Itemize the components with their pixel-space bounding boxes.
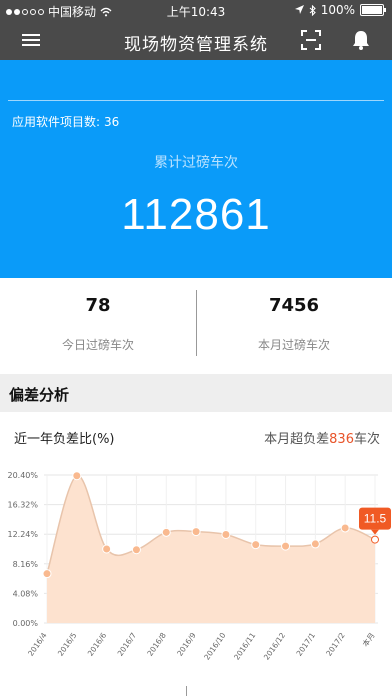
section-title: 偏差分析: [9, 386, 70, 404]
x-tick-label: 2017/2: [324, 631, 347, 658]
x-tick-label: 2016/8: [145, 631, 168, 658]
data-point: [371, 535, 379, 544]
data-point: [310, 539, 320, 549]
data-point: [42, 569, 52, 579]
tooltip-label: 11.5: [364, 512, 387, 526]
y-tick-label: 0.00%: [13, 619, 39, 628]
data-point: [72, 471, 82, 481]
project-count-row: 应用软件项目数: 36: [12, 113, 119, 130]
data-point: [281, 541, 291, 551]
bell-icon[interactable]: [349, 28, 373, 52]
project-count-value: 36: [104, 115, 120, 129]
y-tick-label: 12.24%: [7, 530, 38, 539]
x-tick-label: 2016/6: [86, 631, 109, 658]
y-tick-label: 4.08%: [13, 589, 39, 598]
section-header: 偏差分析: [0, 374, 392, 412]
x-tick-label: 2016/10: [202, 631, 227, 662]
chart-summary: 本月超负差836车次: [264, 428, 380, 447]
data-point: [221, 529, 231, 539]
total-weighing-label: 累计过磅车次: [154, 155, 238, 171]
data-point: [251, 540, 261, 550]
battery-icon: [360, 4, 386, 16]
series-area: [47, 475, 375, 623]
status-bar: 中国移动 上午10:43 100%: [0, 0, 392, 20]
status-right: 100%: [294, 3, 386, 17]
battery-level: [362, 6, 382, 14]
data-point: [131, 545, 141, 555]
stats-row: 78 今日过磅车次 7456 本月过磅车次: [0, 278, 392, 370]
location-icon: [294, 5, 304, 14]
x-tick-label: 2016/9: [175, 631, 198, 658]
x-tick-label: 2017/1: [294, 631, 317, 658]
month-weighing-label: 本月过磅车次: [257, 338, 330, 352]
page-title: 现场物资管理系统: [124, 35, 268, 55]
x-tick-label: 2016/5: [56, 631, 79, 658]
today-weighing-value: 78: [85, 295, 111, 316]
x-tick-label: 2016/4: [26, 631, 49, 658]
today-weighing-label: 今日过磅车次: [61, 338, 134, 352]
navbar: 现场物资管理系统: [0, 20, 392, 60]
chart-summary-prefix: 本月超负差: [264, 432, 330, 447]
deviation-chart[interactable]: 0.00% 4.08% 8.16% 12.24% 16.32% 20.40% 11.5 201…: [0, 456, 392, 672]
y-tick-label: 8.16%: [13, 560, 39, 569]
chart-title: 近一年负差比(%): [14, 432, 115, 447]
total-weighing-value: 112861: [121, 190, 271, 239]
project-count-label: 应用软件项目数:: [12, 115, 101, 129]
month-weighing-value: 7456: [268, 295, 320, 316]
scan-icon[interactable]: [299, 28, 323, 52]
bluetooth-icon: [309, 4, 316, 16]
home-indicator: [186, 686, 187, 696]
data-point: [161, 527, 171, 537]
y-tick-label: 20.40%: [7, 471, 38, 480]
divider: [8, 100, 384, 101]
x-tick-label: 2016/12: [262, 631, 287, 662]
battery-percent: 100%: [320, 3, 355, 17]
data-point: [191, 527, 201, 537]
x-tick-label: 2016/7: [116, 631, 139, 658]
data-point: [340, 523, 350, 533]
data-point: [102, 544, 112, 554]
chart-summary-suffix: 车次: [353, 432, 380, 447]
month-stat[interactable]: 7456 本月过磅车次: [196, 278, 392, 370]
summary-panel: 应用软件项目数: 36 累计过磅车次 112861: [0, 60, 392, 278]
x-tick-label: 2016/11: [232, 631, 257, 662]
over-deviation-count: 836: [329, 432, 354, 447]
x-tick-label: 本月: [360, 630, 377, 648]
today-stat[interactable]: 78 今日过磅车次: [0, 278, 196, 370]
y-tick-label: 16.32%: [7, 501, 38, 510]
